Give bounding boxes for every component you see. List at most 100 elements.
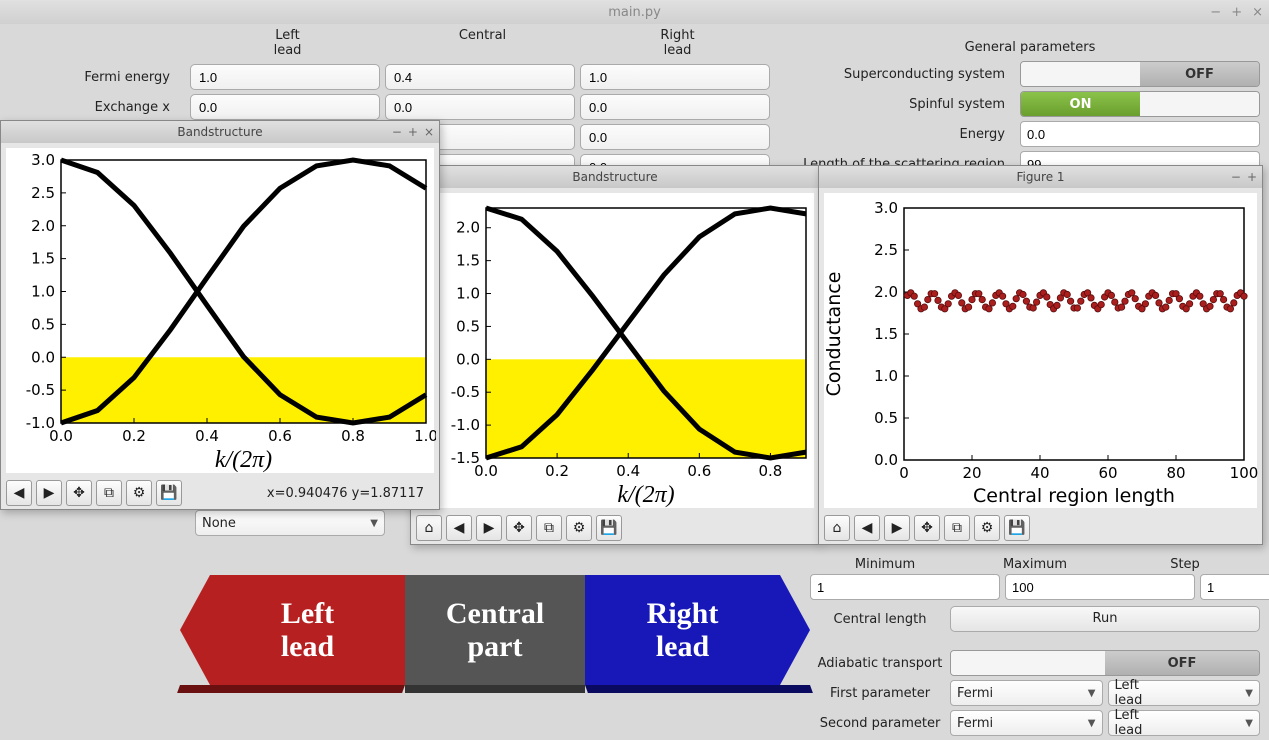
save-icon[interactable]: 💾	[1004, 515, 1030, 541]
main-title: main.py	[608, 5, 661, 20]
toggle-on-label: ON	[1021, 92, 1140, 116]
band1-coord-readout: x=0.940476 y=1.87117	[267, 486, 434, 501]
forward-icon[interactable]: ▶	[36, 480, 62, 506]
col-central: Central	[385, 24, 580, 62]
figure1-window[interactable]: Figure 1 − + 0.00.51.01.52.02.53.0020406…	[818, 165, 1263, 545]
band2-titlebar[interactable]: Bandstructure	[411, 166, 819, 188]
svg-text:0.5: 0.5	[874, 409, 898, 427]
back-icon[interactable]: ◀	[854, 515, 880, 541]
bandstructure-window-2[interactable]: Bandstructure -1.5-1.0-0.50.00.51.01.52.…	[410, 165, 820, 545]
maximize-icon[interactable]: +	[1231, 5, 1242, 20]
svg-text:2.5: 2.5	[31, 184, 55, 202]
chevron-down-icon: ▼	[1245, 718, 1253, 729]
svg-text:0.0: 0.0	[874, 451, 898, 469]
param-right-input[interactable]	[580, 94, 770, 120]
fig1-toolbar: ⌂ ◀ ▶ ✥ ⧉ ⚙ 💾	[819, 513, 1262, 543]
general-parameters-panel: General parameters Superconducting syste…	[800, 40, 1260, 179]
minimize-icon[interactable]: −	[1210, 5, 1221, 20]
maximize-icon[interactable]: +	[1247, 170, 1257, 184]
none-select[interactable]: None▼	[195, 510, 385, 536]
svg-text:Conductance: Conductance	[824, 272, 845, 397]
step-input[interactable]	[1200, 574, 1269, 600]
svg-text:1.0: 1.0	[874, 367, 898, 385]
svg-text:0.0: 0.0	[31, 348, 55, 366]
svg-text:1.0: 1.0	[456, 285, 480, 303]
svg-text:1.5: 1.5	[31, 250, 55, 268]
diagram-left-lead: Leftlead	[210, 575, 405, 685]
svg-text:k/(2π): k/(2π)	[215, 447, 272, 473]
maximize-icon[interactable]: +	[408, 125, 418, 139]
svg-text:k/(2π): k/(2π)	[617, 482, 674, 508]
minimize-icon[interactable]: −	[392, 125, 402, 139]
param-right-input[interactable]	[580, 124, 770, 150]
max-input[interactable]	[1005, 574, 1195, 600]
minimize-icon[interactable]: −	[1231, 170, 1241, 184]
zoom-icon[interactable]: ⧉	[536, 515, 562, 541]
second-param-select-a[interactable]: Fermi▼	[950, 710, 1103, 736]
adiabatic-label: Adiabatic transport	[810, 656, 950, 671]
sweep-panel: Minimum Maximum Step Central length Run	[810, 555, 1260, 634]
fig1-titlebar[interactable]: Figure 1 − +	[819, 166, 1262, 188]
svg-text:-1.0: -1.0	[451, 416, 480, 434]
system-diagram: Leftlead Centralpart Rightlead	[210, 575, 780, 685]
bandstructure-window-1[interactable]: Bandstructure − + × -1.0-0.50.00.51.01.5…	[0, 120, 440, 510]
step-label: Step	[1110, 555, 1260, 574]
min-input[interactable]	[810, 574, 1000, 600]
min-label: Minimum	[810, 555, 960, 574]
first-param-select-a[interactable]: Fermi▼	[950, 680, 1103, 706]
home-icon[interactable]: ⌂	[824, 515, 850, 541]
param-central-input[interactable]	[385, 64, 575, 90]
save-icon[interactable]: 💾	[596, 515, 622, 541]
energy-label: Energy	[800, 127, 1020, 142]
diagram-right-lead: Rightlead	[585, 575, 780, 685]
param-label: Fermi energy	[0, 70, 190, 85]
svg-text:0.4: 0.4	[195, 427, 219, 445]
pan-icon[interactable]: ✥	[66, 480, 92, 506]
second-param-select-b[interactable]: Leftlead▼	[1108, 710, 1261, 736]
pan-icon[interactable]: ✥	[506, 515, 532, 541]
central-length-label: Central length	[810, 612, 950, 627]
superconducting-toggle[interactable]: OFF	[1020, 61, 1260, 87]
svg-text:0.8: 0.8	[759, 462, 783, 480]
back-icon[interactable]: ◀	[446, 515, 472, 541]
first-param-select-b[interactable]: Leftlead▼	[1108, 680, 1261, 706]
svg-text:0: 0	[899, 464, 909, 482]
svg-text:0.2: 0.2	[545, 462, 569, 480]
forward-icon[interactable]: ▶	[476, 515, 502, 541]
config-icon[interactable]: ⚙	[566, 515, 592, 541]
svg-text:0.2: 0.2	[122, 427, 146, 445]
param-left-input[interactable]	[190, 94, 380, 120]
close-icon[interactable]: ×	[424, 125, 434, 139]
chevron-down-icon: ▼	[370, 518, 378, 529]
config-icon[interactable]: ⚙	[974, 515, 1000, 541]
save-icon[interactable]: 💾	[156, 480, 182, 506]
close-icon[interactable]: ×	[1252, 5, 1263, 20]
svg-text:2.0: 2.0	[874, 283, 898, 301]
svg-text:2.5: 2.5	[874, 241, 898, 259]
zoom-icon[interactable]: ⧉	[96, 480, 122, 506]
param-central-input[interactable]	[385, 94, 575, 120]
adiabatic-toggle[interactable]: OFF	[950, 650, 1260, 676]
toggle-off-label: OFF	[1140, 62, 1259, 86]
band1-titlebar[interactable]: Bandstructure − + ×	[1, 121, 439, 143]
home-icon[interactable]: ⌂	[416, 515, 442, 541]
zoom-icon[interactable]: ⧉	[944, 515, 970, 541]
svg-text:3.0: 3.0	[874, 199, 898, 217]
svg-text:0.6: 0.6	[268, 427, 292, 445]
chevron-down-icon: ▼	[1088, 718, 1096, 729]
band1-toolbar: ◀ ▶ ✥ ⧉ ⚙ 💾 x=0.940476 y=1.87117	[1, 478, 439, 508]
energy-input[interactable]	[1020, 121, 1260, 147]
param-left-input[interactable]	[190, 64, 380, 90]
param-right-input[interactable]	[580, 64, 770, 90]
adiabatic-panel: Adiabatic transport OFF First parameter …	[810, 648, 1260, 738]
svg-text:1.0: 1.0	[414, 427, 436, 445]
svg-text:3.0: 3.0	[31, 151, 55, 169]
back-icon[interactable]: ◀	[6, 480, 32, 506]
forward-icon[interactable]: ▶	[884, 515, 910, 541]
diagram-central: Centralpart	[405, 575, 585, 685]
spinful-toggle[interactable]: ON	[1020, 91, 1260, 117]
config-icon[interactable]: ⚙	[126, 480, 152, 506]
superconducting-label: Superconducting system	[800, 67, 1020, 82]
pan-icon[interactable]: ✥	[914, 515, 940, 541]
run-button[interactable]: Run	[950, 606, 1260, 632]
